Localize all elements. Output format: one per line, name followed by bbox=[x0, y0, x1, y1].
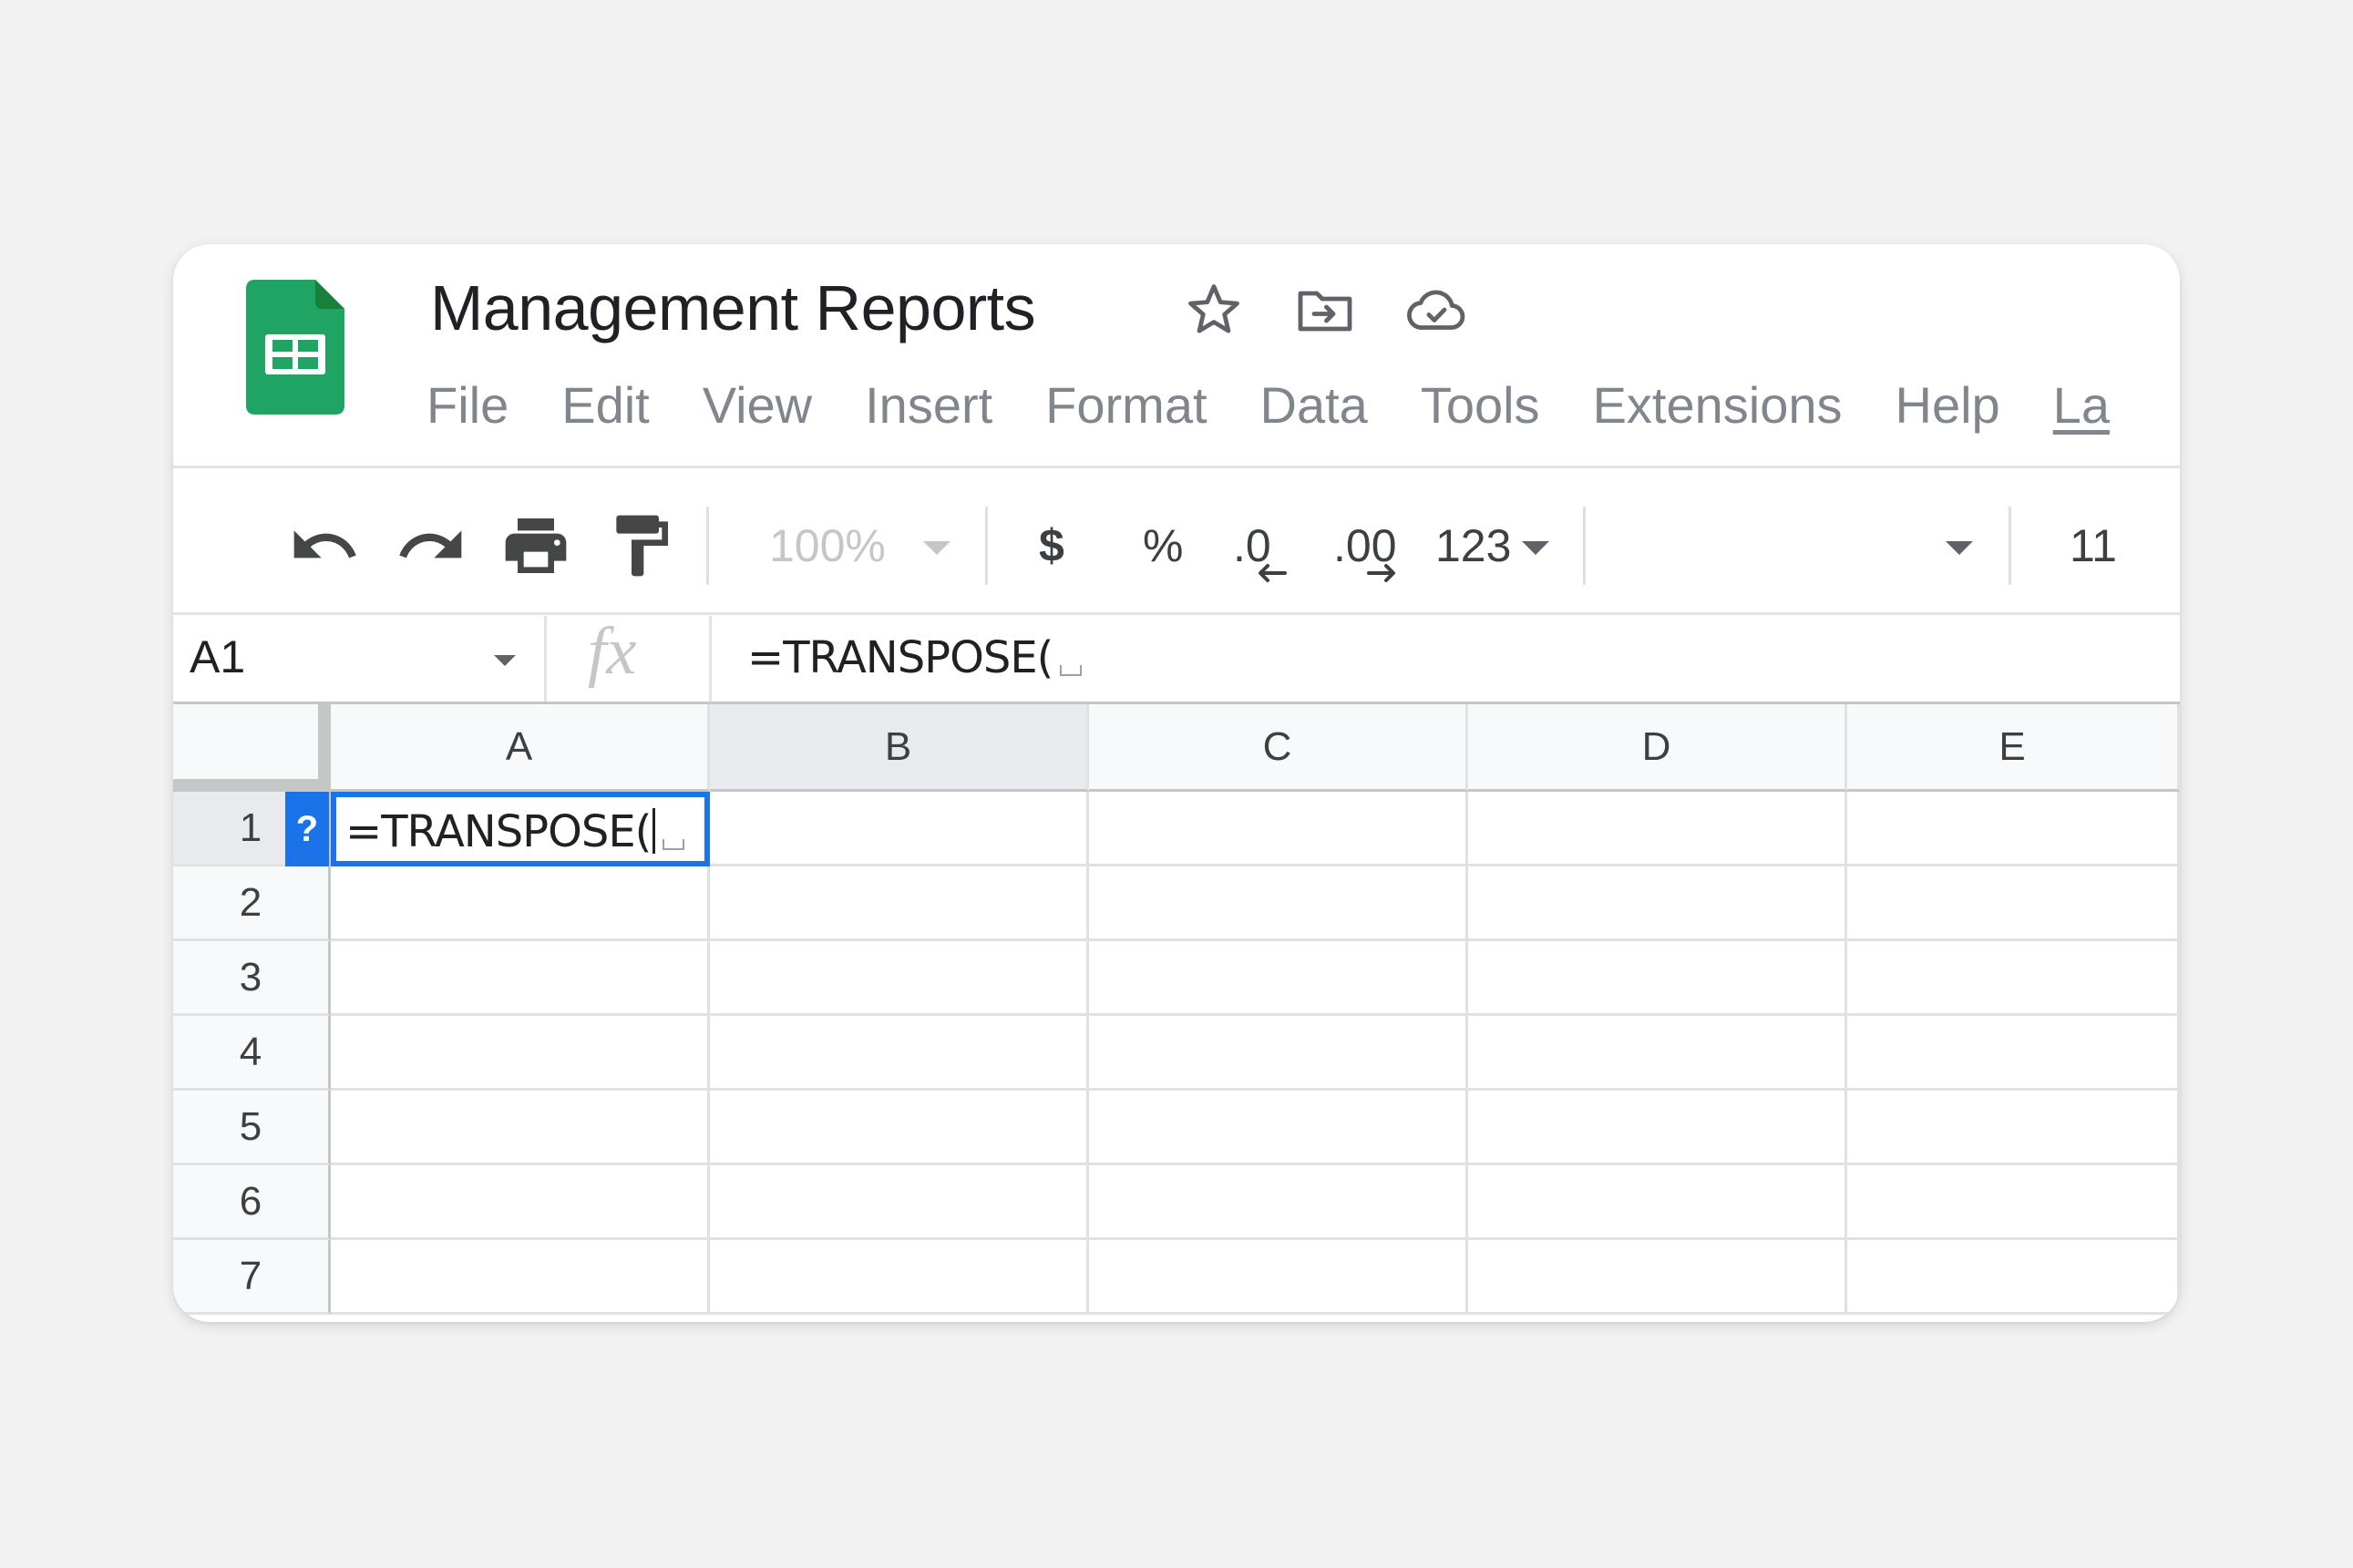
cloud-saved-icon[interactable] bbox=[1403, 277, 1469, 343]
format-percent-button[interactable]: % bbox=[1143, 514, 1183, 578]
space-indicator-icon bbox=[663, 839, 685, 850]
font-dropdown-caret-icon[interactable] bbox=[1946, 541, 1973, 555]
row-header-3[interactable]: 3 bbox=[173, 941, 331, 1016]
document-title[interactable]: Management Reports bbox=[430, 272, 1036, 344]
arrow-right-icon bbox=[1367, 564, 1395, 582]
arrow-left-icon bbox=[1259, 564, 1287, 582]
cell-a1-formula: =TRANSPOSE( bbox=[345, 806, 652, 857]
cell-d1[interactable] bbox=[1468, 792, 1847, 866]
row-header-5[interactable]: 5 bbox=[173, 1091, 331, 1165]
select-all-corner[interactable] bbox=[173, 704, 331, 792]
column-header-c[interactable]: C bbox=[1089, 704, 1468, 792]
undo-icon[interactable] bbox=[288, 509, 361, 582]
fx-icon: fx bbox=[588, 614, 637, 689]
cell-b7[interactable] bbox=[710, 1240, 1089, 1315]
cell-e6[interactable] bbox=[1847, 1165, 2180, 1240]
row-header-4[interactable]: 4 bbox=[173, 1016, 331, 1091]
menu-file[interactable]: File bbox=[426, 374, 509, 437]
cell-c4[interactable] bbox=[1089, 1016, 1468, 1091]
star-icon[interactable] bbox=[1181, 277, 1247, 343]
column-header-a[interactable]: A bbox=[331, 704, 710, 792]
text-cursor bbox=[652, 808, 656, 854]
cell-d4[interactable] bbox=[1468, 1016, 1847, 1091]
cell-a5[interactable] bbox=[331, 1091, 710, 1165]
formula-text: =TRANSPOSE( bbox=[747, 632, 1053, 683]
cell-b6[interactable] bbox=[710, 1165, 1089, 1240]
spreadsheet-window: Management Reports File Edit View Insert… bbox=[173, 244, 2180, 1322]
row-header-7[interactable]: 7 bbox=[173, 1240, 331, 1315]
redo-icon[interactable] bbox=[395, 509, 468, 582]
cell-c3[interactable] bbox=[1089, 941, 1468, 1016]
more-formats-caret-icon[interactable] bbox=[1522, 541, 1549, 555]
cell-a1-editor[interactable]: =TRANSPOSE( bbox=[331, 792, 710, 866]
header-divider bbox=[173, 466, 2180, 468]
menu-format[interactable]: Format bbox=[1045, 374, 1207, 437]
menu-tools[interactable]: Tools bbox=[1421, 374, 1540, 437]
cell-c1[interactable] bbox=[1089, 792, 1468, 866]
cell-a7[interactable] bbox=[331, 1240, 710, 1315]
cell-e5[interactable] bbox=[1847, 1091, 2180, 1165]
toolbar-separator bbox=[1583, 507, 1586, 585]
move-to-folder-icon[interactable] bbox=[1292, 277, 1358, 343]
cell-e1[interactable] bbox=[1847, 792, 2180, 866]
row-header-2[interactable]: 2 bbox=[173, 866, 331, 941]
cell-e3[interactable] bbox=[1847, 941, 2180, 1016]
menu-last-edit[interactable]: La bbox=[2053, 374, 2110, 437]
formula-bar-separator bbox=[544, 616, 547, 704]
menu-data[interactable]: Data bbox=[1260, 374, 1368, 437]
cell-a3[interactable] bbox=[331, 941, 710, 1016]
menu-bar: File Edit View Insert Format Data Tools … bbox=[426, 374, 2163, 437]
name-box[interactable]: A1 bbox=[190, 630, 245, 683]
cell-e2[interactable] bbox=[1847, 866, 2180, 941]
spreadsheet-grid: A B C D E 1 2 3 4 5 6 7 ? =TRANSPOSE( bbox=[173, 704, 2180, 1322]
toolbar-divider bbox=[173, 612, 2180, 615]
cell-a6[interactable] bbox=[331, 1165, 710, 1240]
menu-edit[interactable]: Edit bbox=[561, 374, 650, 437]
cell-c6[interactable] bbox=[1089, 1165, 1468, 1240]
sheets-logo-icon[interactable] bbox=[246, 280, 344, 415]
format-currency-button[interactable]: $ bbox=[1039, 514, 1064, 578]
column-header-e[interactable]: E bbox=[1847, 704, 2180, 792]
cell-c5[interactable] bbox=[1089, 1091, 1468, 1165]
zoom-dropdown-caret-icon[interactable] bbox=[923, 541, 950, 555]
row-header-6[interactable]: 6 bbox=[173, 1165, 331, 1240]
print-icon[interactable] bbox=[499, 509, 572, 582]
space-indicator-icon bbox=[1060, 665, 1083, 676]
cell-b1[interactable] bbox=[710, 792, 1089, 866]
formula-help-badge[interactable]: ? bbox=[285, 792, 329, 866]
cell-d6[interactable] bbox=[1468, 1165, 1847, 1240]
menu-insert[interactable]: Insert bbox=[865, 374, 992, 437]
toolbar-separator bbox=[2009, 507, 2011, 585]
cell-d5[interactable] bbox=[1468, 1091, 1847, 1165]
cell-c7[interactable] bbox=[1089, 1240, 1468, 1315]
more-formats-button[interactable]: 123 bbox=[1435, 514, 1511, 578]
menu-view[interactable]: View bbox=[703, 374, 812, 437]
toolbar-separator bbox=[706, 507, 709, 585]
cell-b4[interactable] bbox=[710, 1016, 1089, 1091]
cell-a4[interactable] bbox=[331, 1016, 710, 1091]
cell-d3[interactable] bbox=[1468, 941, 1847, 1016]
column-header-b[interactable]: B bbox=[710, 704, 1089, 792]
toolbar-separator bbox=[985, 507, 988, 585]
cell-e4[interactable] bbox=[1847, 1016, 2180, 1091]
formula-input[interactable]: =TRANSPOSE( bbox=[747, 632, 1083, 683]
name-box-caret-icon[interactable] bbox=[494, 655, 516, 666]
menu-help[interactable]: Help bbox=[1896, 374, 2000, 437]
cell-d7[interactable] bbox=[1468, 1240, 1847, 1315]
cell-b5[interactable] bbox=[710, 1091, 1089, 1165]
column-header-d[interactable]: D bbox=[1468, 704, 1847, 792]
cell-b2[interactable] bbox=[710, 866, 1089, 941]
zoom-select[interactable]: 100% bbox=[769, 514, 886, 578]
paint-format-icon[interactable] bbox=[604, 509, 677, 582]
menu-extensions[interactable]: Extensions bbox=[1593, 374, 1843, 437]
cell-c2[interactable] bbox=[1089, 866, 1468, 941]
cell-a2[interactable] bbox=[331, 866, 710, 941]
formula-bar-separator bbox=[709, 616, 712, 704]
cell-d2[interactable] bbox=[1468, 866, 1847, 941]
cell-a1-text: =TRANSPOSE( bbox=[345, 806, 685, 857]
cell-e7[interactable] bbox=[1847, 1240, 2180, 1315]
font-size-input[interactable]: 11 bbox=[2070, 514, 2117, 578]
cell-b3[interactable] bbox=[710, 941, 1089, 1016]
